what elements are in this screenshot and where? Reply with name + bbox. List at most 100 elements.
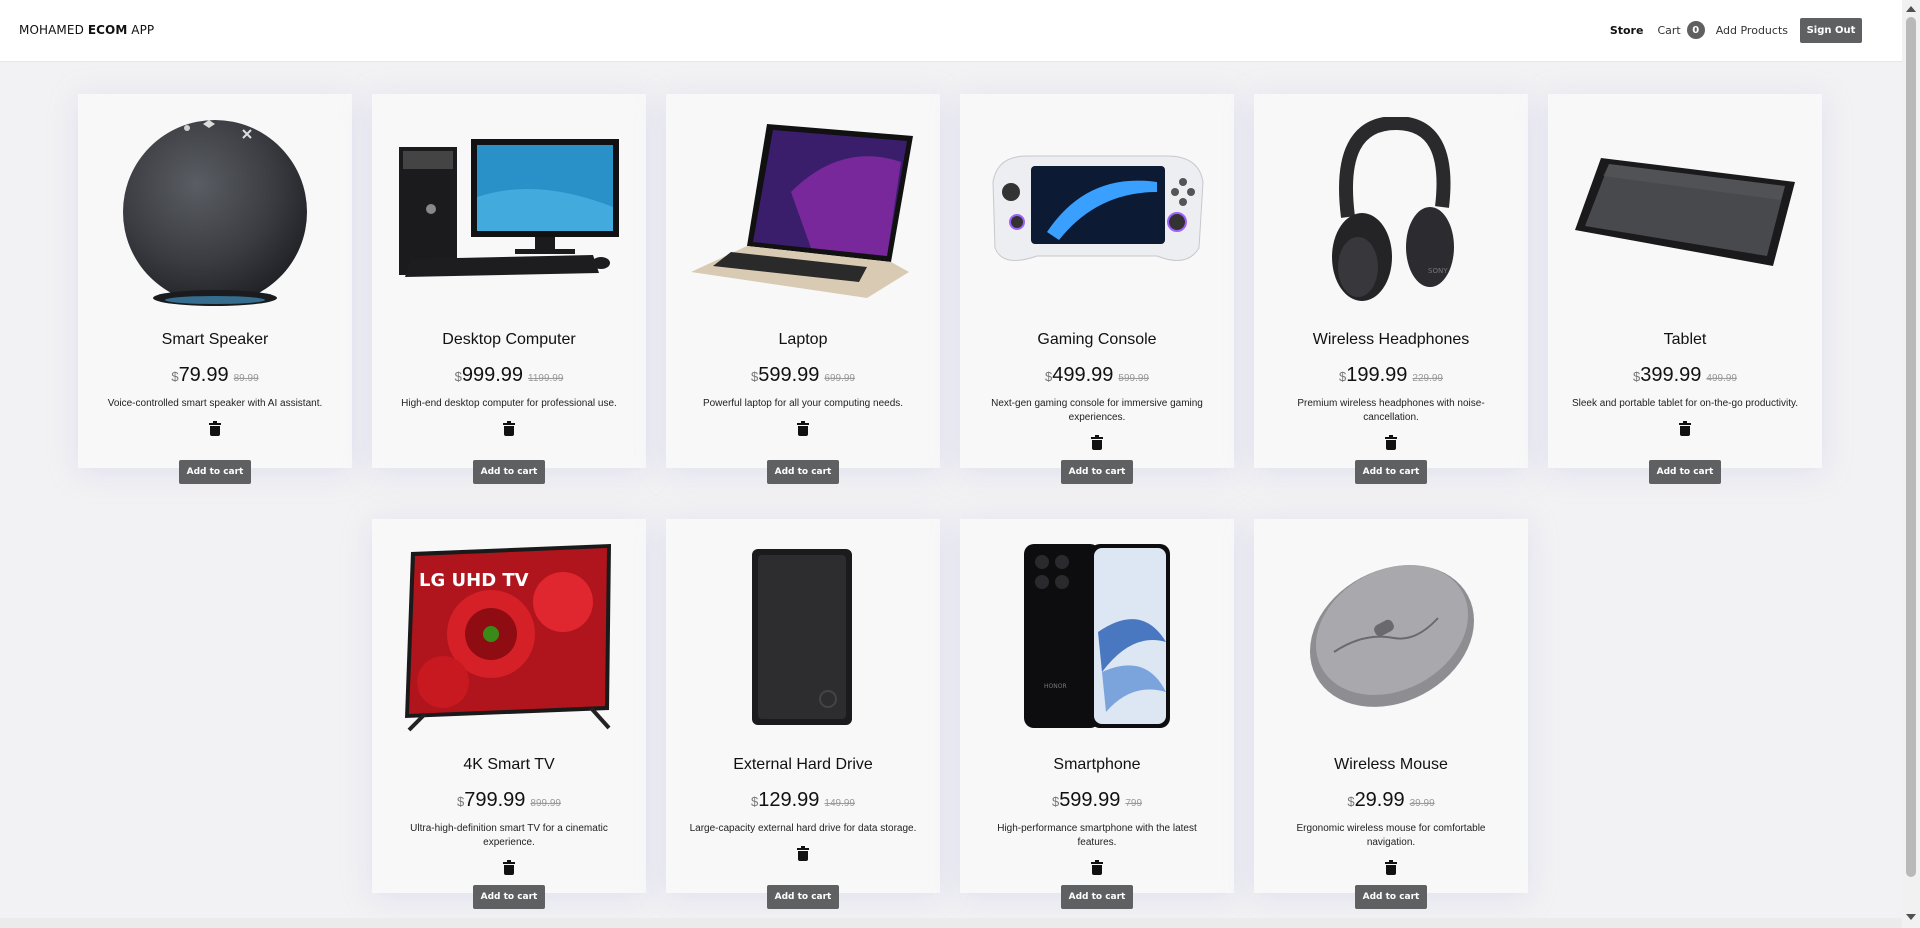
product-price: 599.99 [758, 364, 820, 386]
add-to-cart-button[interactable]: Add to cart [473, 885, 545, 909]
product-description: Sleek and portable tablet for on-the-go … [1571, 398, 1799, 409]
price-row: $ 29.99 39.99 [1254, 789, 1528, 812]
price-row: $ 799.99 899.99 [372, 789, 646, 812]
price-row: $ 399.99 499.99 [1548, 364, 1822, 387]
trash-icon[interactable] [1385, 435, 1397, 450]
product-price: 599.99 [1059, 789, 1121, 811]
product-old-price: 799 [1125, 798, 1143, 809]
product-old-price: 89.99 [233, 373, 259, 384]
smart-tv-image[interactable]: LG UHD TV [372, 537, 646, 737]
currency-symbol: $ [1045, 369, 1053, 384]
product-price: 399.99 [1640, 364, 1702, 386]
trash-icon[interactable] [797, 421, 809, 436]
add-to-cart-button[interactable]: Add to cart [1061, 460, 1133, 484]
gaming-console-image[interactable] [960, 112, 1234, 312]
product-old-price: 599.99 [1118, 373, 1149, 384]
product-card: LG UHD TV 4K Smart TV $ 799.99 899.99 Ul… [372, 519, 646, 909]
top-navbar: MOHAMED ECOM APP Store Cart 0 Add Produc… [0, 0, 1902, 62]
brand-logo[interactable]: MOHAMED ECOM APP [19, 23, 154, 37]
vertical-scrollbar[interactable] [1902, 0, 1920, 928]
trash-icon[interactable] [1091, 860, 1103, 875]
product-card: Wireless Mouse $ 29.99 39.99 Ergonomic w… [1254, 519, 1528, 909]
scroll-up-arrow-icon[interactable] [1906, 6, 1916, 12]
add-to-cart-button[interactable]: Add to cart [179, 460, 251, 484]
product-title[interactable]: 4K Smart TV [372, 756, 646, 774]
product-card: Gaming Console $ 499.99 599.99 Next-gen … [960, 94, 1234, 484]
product-title[interactable]: Wireless Mouse [1254, 756, 1528, 774]
product-description: Next-gen gaming console for immersive ga… [991, 398, 1203, 423]
product-card: HONOR Smartphone $ 599.99 799 High-perfo… [960, 519, 1234, 909]
product-description: Ergonomic wireless mouse for comfortable… [1296, 823, 1486, 848]
product-old-price: 149.99 [824, 798, 855, 809]
nav-store-link[interactable]: Store [1610, 24, 1644, 37]
product-old-price: 899.99 [530, 798, 561, 809]
trash-icon[interactable] [1679, 421, 1691, 436]
brand-bold: ECOM [87, 23, 128, 37]
price-row: $ 999.99 1199.99 [372, 364, 646, 387]
add-to-cart-button[interactable]: Add to cart [1355, 460, 1427, 484]
nav-add-products-link[interactable]: Add Products [1716, 24, 1788, 37]
currency-symbol: $ [454, 369, 462, 384]
product-description: Large-capacity external hard drive for d… [689, 823, 917, 834]
product-title[interactable]: Laptop [666, 331, 940, 349]
add-to-cart-button[interactable]: Add to cart [1061, 885, 1133, 909]
product-description: High-end desktop computer for profession… [401, 398, 617, 409]
product-card: Laptop $ 599.99 699.99 Powerful laptop f… [666, 94, 940, 484]
price-row: $ 599.99 799 [960, 789, 1234, 812]
trash-icon[interactable] [1385, 860, 1397, 875]
product-title[interactable]: Tablet [1548, 331, 1822, 349]
horizontal-scrollbar[interactable] [0, 918, 1902, 928]
product-description: Voice-controlled smart speaker with AI a… [107, 398, 323, 409]
price-row: $ 79.99 89.99 [78, 364, 352, 387]
price-row: $ 599.99 699.99 [666, 364, 940, 387]
mouse-image[interactable] [1254, 537, 1528, 737]
currency-symbol: $ [171, 369, 179, 384]
nav-cart-link[interactable]: Cart [1657, 24, 1680, 37]
hard-drive-image[interactable] [666, 537, 940, 737]
product-title[interactable]: Gaming Console [960, 331, 1234, 349]
trash-icon[interactable] [209, 421, 221, 436]
smart-speaker-image[interactable] [78, 112, 352, 312]
cart-count-badge[interactable]: 0 [1686, 21, 1705, 39]
product-title[interactable]: Smart Speaker [78, 331, 352, 349]
product-price: 799.99 [464, 789, 526, 811]
desktop-computer-image[interactable] [372, 112, 646, 312]
product-title[interactable]: External Hard Drive [666, 756, 940, 774]
add-to-cart-button[interactable]: Add to cart [1355, 885, 1427, 909]
currency-symbol: $ [1051, 794, 1060, 809]
product-description: Ultra-high-definition smart TV for a cin… [410, 823, 608, 848]
product-price: 199.99 [1346, 364, 1408, 386]
price-row: $ 499.99 599.99 [960, 364, 1234, 387]
trash-icon[interactable] [1091, 435, 1103, 450]
scroll-down-arrow-icon[interactable] [1906, 914, 1916, 920]
sign-out-button[interactable]: Sign Out [1800, 17, 1862, 43]
add-to-cart-button[interactable]: Add to cart [767, 885, 839, 909]
svg-text:SONY: SONY [1428, 267, 1448, 275]
product-old-price: 499.99 [1706, 373, 1737, 384]
tablet-image[interactable] [1548, 112, 1822, 312]
product-description: Powerful laptop for all your computing n… [702, 398, 904, 409]
add-to-cart-button[interactable]: Add to cart [1649, 460, 1721, 484]
product-old-price: 229.99 [1412, 373, 1443, 384]
product-card: Smart Speaker $ 79.99 89.99 Voice-contro… [78, 94, 352, 484]
product-title[interactable]: Smartphone [960, 756, 1234, 774]
product-card: External Hard Drive $ 129.99 149.99 Larg… [666, 519, 940, 909]
trash-icon[interactable] [797, 846, 809, 861]
laptop-image[interactable] [666, 112, 940, 312]
product-description: High-performance smartphone with the lat… [997, 823, 1197, 848]
add-to-cart-button[interactable]: Add to cart [473, 460, 545, 484]
currency-symbol: $ [751, 369, 759, 384]
product-price: 29.99 [1354, 789, 1405, 811]
product-price: 129.99 [758, 789, 820, 811]
add-to-cart-button[interactable]: Add to cart [767, 460, 839, 484]
product-title[interactable]: Desktop Computer [372, 331, 646, 349]
product-title[interactable]: Wireless Headphones [1254, 331, 1528, 349]
trash-icon[interactable] [503, 421, 515, 436]
scroll-thumb[interactable] [1906, 17, 1916, 877]
product-old-price: 1199.99 [528, 373, 564, 384]
product-old-price: 39.99 [1409, 798, 1435, 809]
phone-brand-label: HONOR [1044, 683, 1067, 690]
headphones-image[interactable]: SONY [1254, 112, 1528, 312]
smartphone-image[interactable]: HONOR [960, 537, 1234, 737]
trash-icon[interactable] [503, 860, 515, 875]
